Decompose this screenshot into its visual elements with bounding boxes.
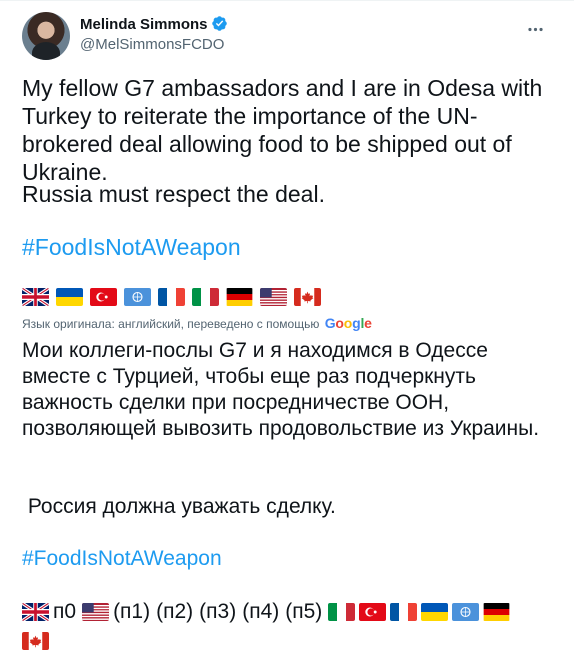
ukraine-flag-icon [421,603,449,622]
more-options-button[interactable] [518,12,552,46]
usa-flag-icon [260,288,287,306]
placeholder-label: (п1) [113,600,151,624]
uk-flag-icon [22,288,49,306]
placeholder-label: п0 [53,600,77,624]
tweet-text-line2: Russia must respect the deal. [22,181,325,207]
translated-text: Мои коллеги-послы G7 и я находимся в Оде… [22,339,540,440]
tweet-text: My fellow G7 ambassadors and I are in Od… [22,75,549,185]
placeholder-label: (п3) [199,600,237,624]
italy-flag-icon [192,288,219,306]
translation-notice: Язык оригинала: английский, переведено с… [22,315,372,332]
uk-flag-icon [22,603,49,622]
avatar[interactable] [22,12,70,60]
hashtag-link[interactable]: #FoodIsNotAWeapon [22,233,552,261]
translation-notice-text: Язык оригинала: английский, переведено с… [22,317,320,331]
translated-flag-row: п0 (п1) (п2) (п3) (п4) (п5) [22,598,557,654]
tweet-header: Melinda Simmons @MelSimmonsFCDO [22,12,552,60]
italy-flag-icon [328,603,356,622]
more-icon [527,27,543,31]
turkey-flag-icon [90,288,117,306]
translated-hashtag-link[interactable]: #FoodIsNotAWeapon [22,546,552,572]
author-handle[interactable]: @MelSimmonsFCDO [80,35,228,55]
turkey-flag-icon [359,603,387,622]
un-flag-icon [124,288,151,306]
verified-badge-icon [211,16,227,31]
divider [0,0,574,1]
google-logo[interactable]: Google [325,315,372,331]
france-flag-icon [158,288,185,306]
placeholder-label: (п5) [285,600,323,624]
canada-flag-icon [22,631,49,650]
placeholder-label: (п4) [242,600,280,624]
france-flag-icon [390,603,418,622]
germany-flag-icon [483,603,510,622]
un-flag-icon [452,603,480,622]
author-name[interactable]: Melinda Simmons [80,15,208,35]
usa-flag-icon [82,603,110,622]
canada-flag-icon [294,288,321,306]
ukraine-flag-icon [56,288,83,306]
translated-text-line2: Россия должна уважать сделку. [22,495,336,518]
placeholder-label: (п2) [156,600,194,624]
germany-flag-icon [226,288,253,306]
flag-emoji-row [22,288,328,308]
author-block[interactable]: Melinda Simmons @MelSimmonsFCDO [80,15,228,55]
tweet: Melinda Simmons @MelSimmonsFCDO My fello… [0,0,574,657]
